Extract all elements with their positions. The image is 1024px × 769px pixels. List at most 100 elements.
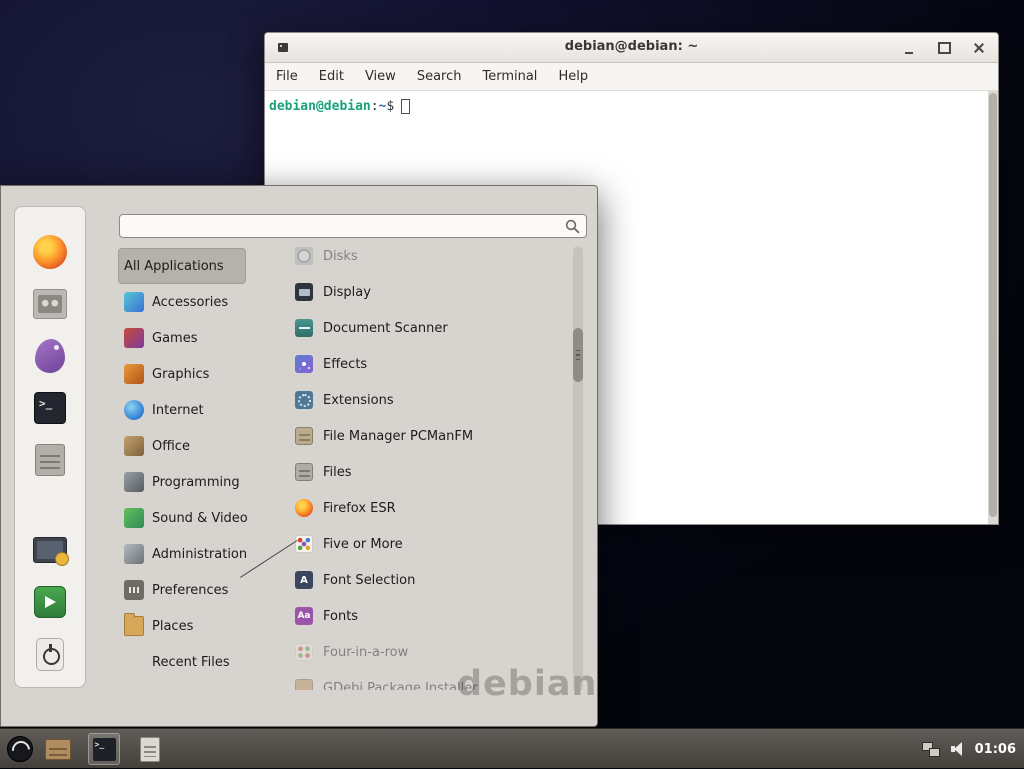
- volume-icon[interactable]: [951, 742, 964, 756]
- network-icon[interactable]: [922, 742, 940, 757]
- category-preferences[interactable]: Preferences: [118, 572, 246, 608]
- favorite-file-cabinet[interactable]: [27, 437, 73, 483]
- gdebi-icon: [295, 679, 313, 690]
- category-games[interactable]: Games: [118, 320, 246, 356]
- apps-scrollbar-thumb[interactable]: [573, 328, 583, 382]
- blank-icon: [124, 652, 144, 672]
- document-scanner-icon: [295, 319, 313, 337]
- menu-help[interactable]: Help: [558, 69, 588, 84]
- document-icon: [140, 737, 160, 762]
- category-office[interactable]: Office: [118, 428, 246, 464]
- display-icon: [295, 283, 313, 301]
- menu-view[interactable]: View: [365, 69, 396, 84]
- effects-icon: [295, 355, 313, 373]
- fonts-icon: Aa: [295, 607, 313, 625]
- category-graphics[interactable]: Graphics: [118, 356, 246, 392]
- app-item-display[interactable]: Display: [265, 274, 565, 310]
- category-places[interactable]: Places: [118, 608, 246, 644]
- taskbar: >_ 01:06: [0, 728, 1024, 768]
- shutdown-button[interactable]: [27, 631, 73, 677]
- prompt-colon: :: [371, 99, 379, 114]
- apps-scrollbar[interactable]: [573, 246, 583, 692]
- minimize-icon[interactable]: [900, 39, 918, 57]
- category-accessories[interactable]: Accessories: [118, 284, 246, 320]
- window-controls: [900, 39, 988, 57]
- internet-icon: [124, 400, 144, 420]
- firefox-icon: [33, 235, 67, 269]
- category-administration[interactable]: Administration: [118, 536, 246, 572]
- pidgin-icon: [35, 339, 65, 373]
- app-item-effects[interactable]: Effects: [265, 346, 565, 382]
- favorite-terminal[interactable]: >_: [27, 385, 73, 431]
- terminal-icon: >_: [93, 738, 116, 761]
- taskbar-status-area: 01:06: [922, 729, 1016, 769]
- app-item-fonts[interactable]: Aa Fonts: [265, 598, 565, 634]
- app-item-extensions[interactable]: Extensions: [265, 382, 565, 418]
- terminal-scrollbar-thumb[interactable]: [989, 93, 997, 517]
- app-item-disks[interactable]: Disks: [265, 238, 565, 274]
- accessories-icon: [124, 292, 144, 312]
- logout-icon: [34, 586, 66, 618]
- favorite-contacts[interactable]: [27, 281, 73, 327]
- files-launcher[interactable]: [134, 733, 166, 765]
- lock-screen-button[interactable]: [27, 527, 73, 573]
- app-item-firefox-esr[interactable]: Firefox ESR: [265, 490, 565, 526]
- menu-edit[interactable]: Edit: [319, 69, 344, 84]
- clock[interactable]: 01:06: [975, 742, 1016, 757]
- extensions-icon: [295, 391, 313, 409]
- maximize-icon[interactable]: [935, 39, 953, 57]
- category-internet[interactable]: Internet: [118, 392, 246, 428]
- favorites-panel: >_: [14, 206, 86, 688]
- sound-video-icon: [124, 508, 144, 528]
- games-icon: [124, 328, 144, 348]
- file-cabinet-icon: [35, 444, 65, 476]
- lock-screen-icon: [33, 537, 67, 563]
- favorite-pidgin[interactable]: [27, 333, 73, 379]
- graphics-icon: [124, 364, 144, 384]
- category-sound-video[interactable]: Sound & Video: [118, 500, 246, 536]
- five-or-more-icon: [295, 535, 313, 553]
- prompt-user-host: debian@debian: [269, 99, 371, 114]
- category-recent-files[interactable]: Recent Files: [118, 644, 246, 680]
- terminal-titlebar[interactable]: debian@debian: ~: [265, 33, 998, 63]
- menu-button[interactable]: [4, 733, 36, 765]
- app-item-gdebi-package-installer[interactable]: GDebi Package Installer: [265, 670, 565, 690]
- app-item-document-scanner[interactable]: Document Scanner: [265, 310, 565, 346]
- close-icon[interactable]: [970, 39, 988, 57]
- firefox-icon: [295, 499, 313, 517]
- menu-search-box: [119, 214, 587, 238]
- search-icon: [565, 219, 580, 234]
- terminal-launcher-active[interactable]: >_: [88, 733, 120, 765]
- font-selection-icon: A: [295, 571, 313, 589]
- menu-terminal[interactable]: Terminal: [482, 69, 537, 84]
- contacts-icon: [33, 289, 67, 319]
- window-title: debian@debian: ~: [265, 39, 998, 54]
- category-programming[interactable]: Programming: [118, 464, 246, 500]
- files-icon: [295, 463, 313, 481]
- app-item-file-manager-pcmanfm[interactable]: File Manager PCManFM: [265, 418, 565, 454]
- disks-icon: [295, 247, 313, 265]
- terminal-scrollbar[interactable]: [988, 91, 998, 524]
- menu-file[interactable]: File: [276, 69, 298, 84]
- logout-button[interactable]: [27, 579, 73, 625]
- app-item-files[interactable]: Files: [265, 454, 565, 490]
- app-item-five-or-more[interactable]: Five or More: [265, 526, 565, 562]
- category-list: All Applications Accessories Games Graph…: [118, 248, 246, 680]
- four-in-a-row-icon: [295, 643, 313, 661]
- file-manager-icon: [45, 739, 71, 760]
- menu-logo-icon: [7, 736, 33, 762]
- category-all-applications[interactable]: All Applications: [118, 248, 246, 284]
- places-icon: [124, 616, 144, 636]
- terminal-menubar: File Edit View Search Terminal Help: [265, 63, 998, 91]
- menu-search-input[interactable]: [126, 216, 556, 236]
- desktop: debian@debian: ~ File Edit View Search T…: [0, 0, 1024, 768]
- app-item-four-in-a-row[interactable]: Four-in-a-row: [265, 634, 565, 670]
- app-item-font-selection[interactable]: A Font Selection: [265, 562, 565, 598]
- preferences-icon: [124, 580, 144, 600]
- terminal-icon: >_: [34, 392, 66, 424]
- favorite-firefox[interactable]: [27, 229, 73, 275]
- menu-search[interactable]: Search: [417, 69, 462, 84]
- terminal-cursor: [401, 99, 410, 114]
- file-manager-launcher[interactable]: [42, 733, 74, 765]
- file-manager-icon: [295, 427, 313, 445]
